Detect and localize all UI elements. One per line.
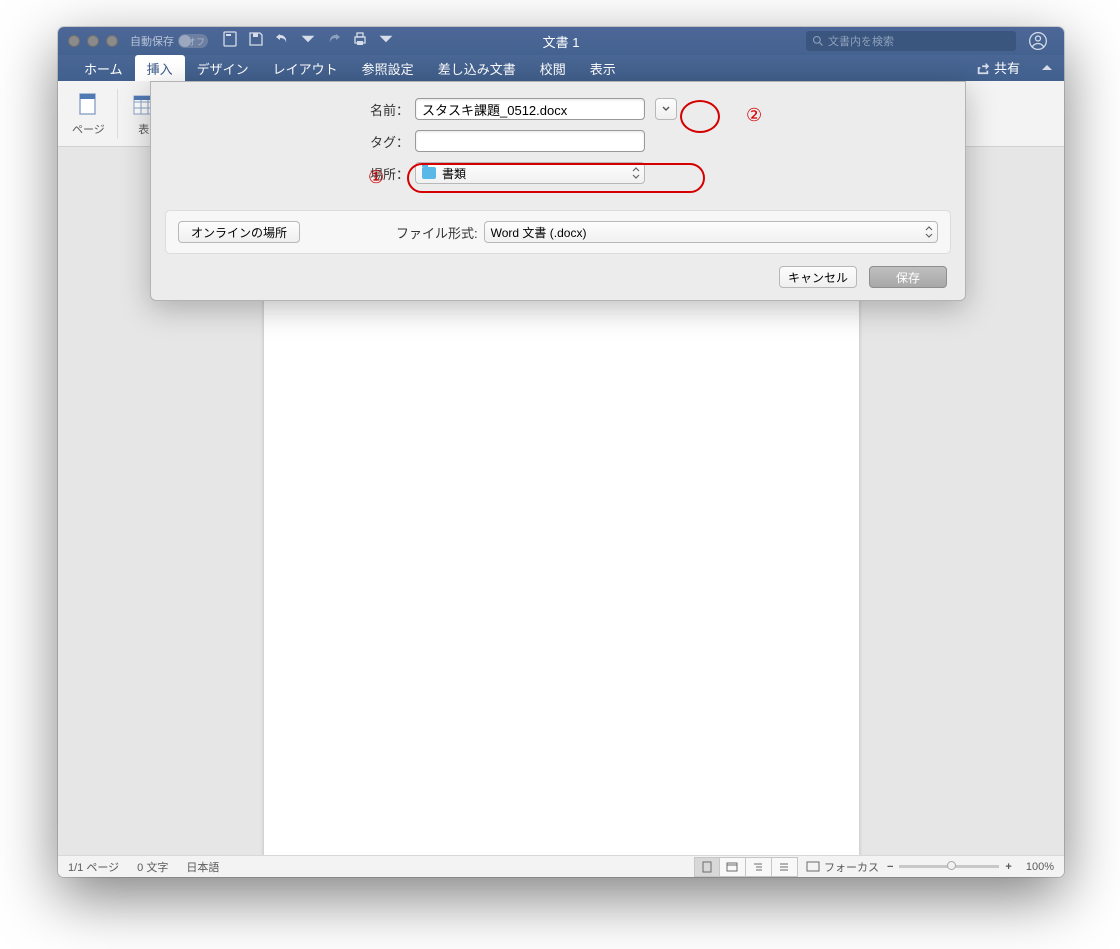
tag-input[interactable] <box>415 130 645 152</box>
tab-layout[interactable]: レイアウト <box>261 55 350 81</box>
search-icon <box>812 35 824 47</box>
status-word-count[interactable]: 0 文字 <box>137 859 168 875</box>
fileformat-label: ファイル形式: <box>396 223 478 242</box>
name-label: 名前： <box>175 100 415 119</box>
zoom-slider[interactable] <box>899 865 999 868</box>
word-app-window: 自動保存 オフ 文書 1 文書内を検索 ホーム 挿入 デザイン レイアウト 参照… <box>58 27 1064 877</box>
tab-insert[interactable]: 挿入 <box>135 55 185 81</box>
view-mode-buttons <box>694 857 798 877</box>
status-language[interactable]: 日本語 <box>186 859 219 875</box>
tag-label: タグ： <box>175 132 415 151</box>
fileformat-dropdown[interactable]: Word 文書 (.docx) <box>484 221 938 243</box>
location-dropdown[interactable]: 書類 <box>415 162 645 184</box>
view-print-layout-icon[interactable] <box>694 857 720 877</box>
view-outline-icon[interactable] <box>746 857 772 877</box>
tab-view[interactable]: 表示 <box>578 55 628 81</box>
share-button[interactable]: 共有 <box>976 58 1020 77</box>
close-window-icon[interactable] <box>68 35 80 47</box>
online-locations-button[interactable]: オンラインの場所 <box>178 221 300 243</box>
zoom-in-icon[interactable]: + <box>1005 861 1011 873</box>
location-label: 場所： <box>175 164 415 183</box>
undo-icon[interactable] <box>274 31 290 52</box>
save-button[interactable]: 保存 <box>869 266 947 288</box>
document-title: 文書 1 <box>543 32 580 51</box>
tab-references[interactable]: 参照設定 <box>350 55 426 81</box>
autosave-toggle[interactable]: 自動保存 オフ <box>130 33 208 49</box>
zoom-control: − + 100% <box>887 861 1054 873</box>
autosave-label: 自動保存 <box>130 33 174 49</box>
zoom-out-icon[interactable]: − <box>887 861 893 873</box>
zoom-percent[interactable]: 100% <box>1026 861 1054 873</box>
folder-icon <box>422 167 436 179</box>
tab-review[interactable]: 校閲 <box>528 55 578 81</box>
view-web-layout-icon[interactable] <box>720 857 746 877</box>
expand-dialog-icon[interactable] <box>655 98 677 120</box>
print-icon[interactable] <box>352 31 368 52</box>
status-bar: 1/1 ページ 0 文字 日本語 フォーカス − + 100% <box>58 855 1064 877</box>
status-page-count[interactable]: 1/1 ページ <box>68 859 119 875</box>
zoom-window-icon[interactable] <box>106 35 118 47</box>
cancel-button[interactable]: キャンセル <box>779 266 857 288</box>
collapse-ribbon-icon[interactable] <box>1040 61 1054 80</box>
minimize-window-icon[interactable] <box>87 35 99 47</box>
titlebar: 自動保存 オフ 文書 1 文書内を検索 <box>58 27 1064 55</box>
tab-design[interactable]: デザイン <box>185 55 261 81</box>
focus-mode-button[interactable]: フォーカス <box>806 859 879 875</box>
account-icon[interactable] <box>1028 31 1050 51</box>
tab-home[interactable]: ホーム <box>72 55 135 81</box>
qat-dropdown-icon[interactable] <box>378 31 394 52</box>
save-dialog: 名前： タグ： 場所： 書類 オンラインの場所 ファイル形式 <box>150 81 966 301</box>
save-icon[interactable] <box>248 31 264 52</box>
tab-mailings[interactable]: 差し込み文書 <box>426 55 528 81</box>
redo-icon[interactable] <box>326 31 342 52</box>
window-controls <box>58 35 118 47</box>
view-draft-icon[interactable] <box>772 857 798 877</box>
ribbon-tabs: ホーム 挿入 デザイン レイアウト 参照設定 差し込み文書 校閲 表示 共有 <box>58 55 1064 81</box>
template-icon[interactable] <box>222 31 238 52</box>
search-input[interactable]: 文書内を検索 <box>806 31 1016 51</box>
ribbon-pages-button[interactable]: ページ <box>64 87 113 141</box>
undo-dropdown-icon[interactable] <box>300 31 316 52</box>
filename-input[interactable] <box>415 98 645 120</box>
